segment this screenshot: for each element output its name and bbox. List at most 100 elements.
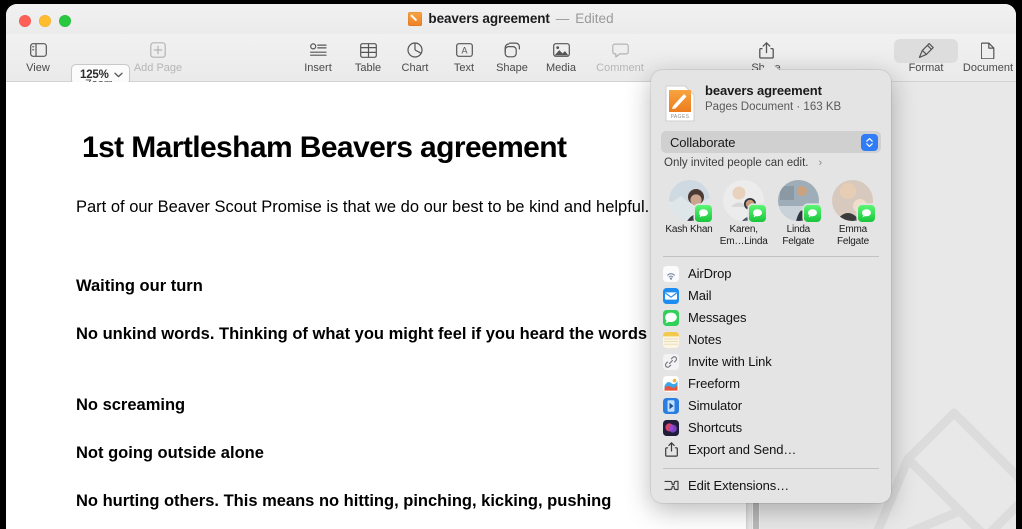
avatar [832,180,876,222]
contact-name: Emma Felgate [836,224,869,247]
share-option-label: Invite with Link [688,354,772,369]
notes-icon [663,331,679,348]
share-option-label: Notes [688,332,722,347]
toolbar-label-insert: Insert [304,62,332,74]
toolbar-item-format[interactable]: Format [896,37,956,74]
toolbar-item-media[interactable]: Media [531,37,591,74]
sidebar-icon [29,37,47,63]
toolbar-label-shape: Shape [496,62,528,74]
share-option-label: Messages [688,310,747,325]
document-page[interactable]: 1st Martlesham Beavers agreement Part of… [6,82,752,529]
toolbar-item-document[interactable]: Document [958,37,1016,74]
contact-item[interactable]: Emma Felgate [828,180,878,247]
window-title: beavers agreement [428,11,550,26]
svg-text:A: A [461,46,467,56]
text-icon: A [455,37,473,63]
popover-divider [663,467,879,468]
window-title-group: beavers agreement — Edited [6,11,1016,26]
toolbar-label-document: Document [962,62,1014,74]
popover-divider [663,256,879,257]
share-option-notes[interactable]: Notes [651,329,891,351]
avatar [723,180,767,222]
messages-badge [694,205,712,222]
permission-row[interactable]: Only invited people can edit. › [651,153,891,169]
contact-item[interactable]: Linda Felgate [773,180,823,247]
share-option-invite-with-link[interactable]: Invite with Link [651,351,891,373]
share-popover: PAGES beavers agreement Pages Document ·… [651,70,891,503]
popover-header-text: beavers agreement Pages Document · 163 K… [705,83,841,114]
popover-document-subtitle: Pages Document · 163 KB [705,101,842,113]
insert-icon [309,37,327,63]
messages-badge [749,205,767,222]
export-send-icon [663,442,679,458]
toolbar-label-media: Media [546,62,576,74]
title-dash: — [555,11,570,26]
table-icon [359,37,377,63]
edit-extensions-label: Edit Extensions… [688,477,790,493]
shortcuts-icon [663,419,679,436]
edited-status: Edited [575,11,614,26]
share-option-label: Shortcuts [688,420,743,435]
invite-link-icon [663,353,679,370]
permission-text: Only invited people can edit. [664,157,809,169]
pages-window: beavers agreement — Edited View 125% Add… [6,4,1016,529]
contact-item[interactable]: Kash Khan [664,180,714,247]
collaborate-popup-button[interactable]: Collaborate [661,131,881,153]
toolbar-label-view: View [26,62,50,74]
collaborate-label: Collaborate [670,134,736,150]
title-bar: beavers agreement — Edited [6,4,1016,34]
share-option-airdrop[interactable]: AirDrop [651,263,891,285]
share-option-label: Mail [688,288,712,303]
pages-document-icon [408,11,423,26]
avatar [668,180,712,222]
share-option-simulator[interactable]: Simulator [651,395,891,417]
suggested-contacts: Kash Khan Karen, Em…Linda Linda Felgate … [651,169,891,249]
popover-header: PAGES beavers agreement Pages Document ·… [651,81,891,122]
toolbar-label-table: Table [354,62,382,74]
messages-badge [858,205,876,222]
share-option-messages[interactable]: Messages [651,307,891,329]
share-icon [758,37,774,63]
chart-icon [407,37,423,63]
toolbar-label-format: Format [908,62,944,74]
add-page-icon [150,37,166,63]
media-icon [552,37,570,63]
shape-icon [504,37,521,63]
collaborate-stepper-icon[interactable] [861,133,878,151]
share-option-label: Simulator [688,398,743,413]
share-option-export-and-send[interactable]: Export and Send… [651,439,891,461]
chevron-down-icon [113,72,123,77]
avatar [777,180,821,222]
share-option-label: Freeform [688,376,740,391]
format-icon [918,37,935,63]
pages-file-icon: PAGES [665,85,695,122]
share-option-freeform[interactable]: Freeform [651,373,891,395]
edit-extensions-item[interactable]: Edit Extensions… [651,474,891,496]
freeform-icon [663,375,679,392]
contact-item[interactable]: Karen, Em…Linda [719,180,769,247]
close-button[interactable] [19,15,31,27]
svg-text:PAGES: PAGES [671,114,690,120]
messages-icon [663,309,679,326]
airdrop-icon [663,265,679,282]
minimize-button[interactable] [39,15,51,27]
contact-name: Kash Khan [665,224,713,235]
toolbar-label-chart: Chart [401,62,429,74]
edit-extensions-icon [663,477,679,493]
toolbar-label-text: Text [453,62,475,74]
share-option-label: Export and Send… [688,442,797,457]
popover-document-name: beavers agreement [705,83,822,98]
simulator-icon [663,397,679,414]
toolbar-item-view[interactable]: View [8,37,68,74]
screen: beavers agreement — Edited View 125% Add… [0,0,1022,529]
toolbar-item-comment[interactable]: Comment [590,37,650,74]
toolbar-label-add-page: Add Page [133,62,183,74]
document-icon [981,37,995,63]
toolbar-item-add-page[interactable]: Add Page [128,37,188,74]
mail-icon [663,287,679,304]
maximize-button[interactable] [59,15,71,27]
share-option-mail[interactable]: Mail [651,285,891,307]
share-option-shortcuts[interactable]: Shortcuts [651,417,891,439]
contact-name: Karen, Em…Linda [719,224,768,247]
comment-icon [611,37,629,63]
